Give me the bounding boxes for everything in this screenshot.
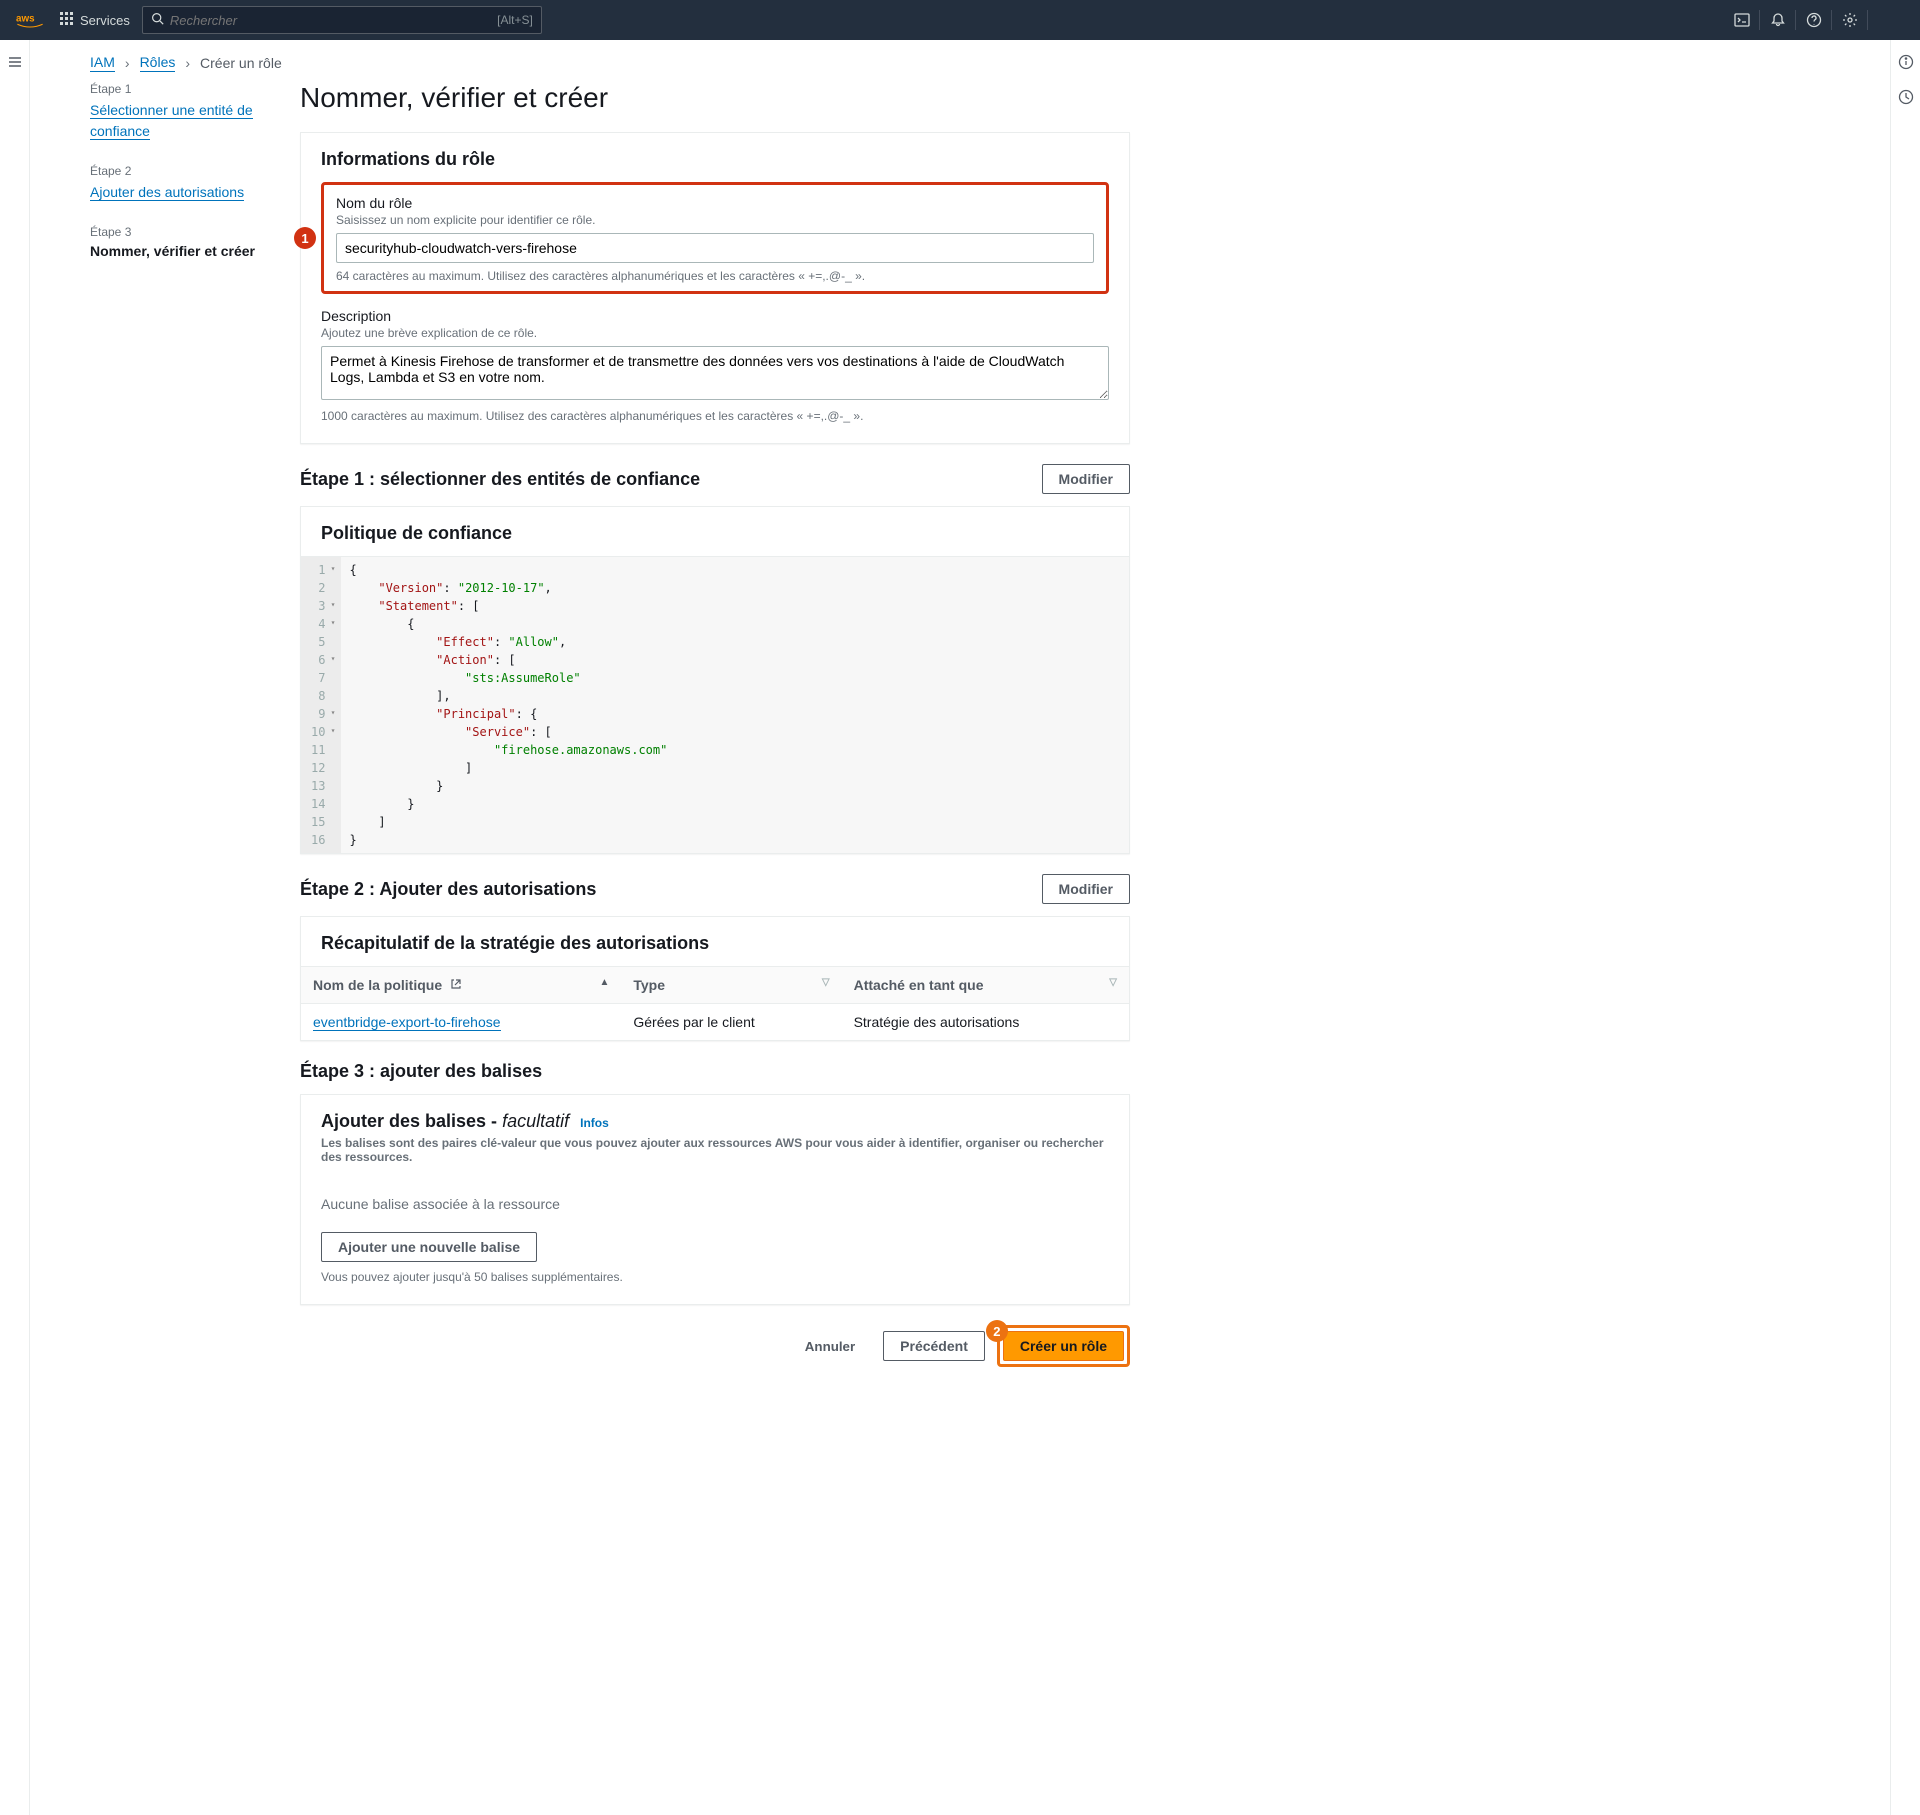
role-name-label: Nom du rôle — [336, 195, 1094, 211]
tags-limit: Vous pouvez ajouter jusqu'à 50 balises s… — [321, 1270, 1109, 1284]
policy-link[interactable]: eventbridge-export-to-firehose — [313, 1014, 501, 1031]
hamburger-toggle[interactable] — [0, 40, 30, 1815]
col-type[interactable]: Type▽ — [621, 967, 841, 1004]
callout-badge-1: 1 — [294, 227, 316, 249]
sort-icon: ▽ — [1109, 977, 1117, 988]
settings-icon[interactable] — [1832, 0, 1868, 40]
breadcrumb-iam[interactable]: IAM — [90, 54, 115, 72]
callout-create: 2 Créer un rôle — [997, 1325, 1130, 1367]
permissions-table: Nom de la politique ▲ Type▽ Attaché en t… — [301, 966, 1129, 1040]
help-icon[interactable] — [1796, 0, 1832, 40]
col-policy-name[interactable]: Nom de la politique ▲ — [301, 967, 621, 1004]
permissions-panel: Récapitulatif de la stratégie des autori… — [300, 916, 1130, 1041]
search-icon — [151, 12, 164, 28]
info-icon[interactable] — [1898, 54, 1914, 73]
step3-label: Étape 3 — [90, 225, 280, 239]
step1-review-title: Étape 1 : sélectionner des entités de co… — [300, 469, 700, 490]
grid-icon — [60, 12, 74, 29]
search-input[interactable] — [170, 13, 497, 28]
notifications-icon[interactable] — [1760, 0, 1796, 40]
breadcrumb-roles[interactable]: Rôles — [140, 54, 176, 72]
trust-policy-title: Politique de confiance — [301, 507, 1129, 556]
role-desc-label: Description — [321, 308, 1109, 324]
role-name-constraint: 64 caractères au maximum. Utilisez des c… — [336, 269, 1094, 283]
wizard-steps: Étape 1 Sélectionner une entité de confi… — [90, 82, 300, 1367]
step2-label: Étape 2 — [90, 164, 280, 178]
breadcrumb-current: Créer un rôle — [200, 55, 282, 71]
code-body[interactable]: { "Version": "2012-10-17", "Statement": … — [341, 557, 675, 853]
callout-role-name: 1 Nom du rôle Saisissez un nom explicite… — [321, 182, 1109, 294]
cloudshell-icon[interactable] — [1724, 0, 1760, 40]
aws-logo[interactable]: aws — [16, 11, 44, 29]
step2-edit-button[interactable]: Modifier — [1042, 874, 1130, 904]
step1-label: Étape 1 — [90, 82, 280, 96]
services-menu[interactable]: Services — [60, 12, 130, 29]
region-menu[interactable] — [1868, 0, 1904, 40]
tags-panel: Ajouter des balises - facultatif Infos L… — [300, 1094, 1130, 1305]
infos-link[interactable]: Infos — [580, 1116, 609, 1130]
add-tag-button[interactable]: Ajouter une nouvelle balise — [321, 1232, 537, 1262]
role-desc-hint: Ajoutez une brève explication de ce rôle… — [321, 326, 1109, 340]
search-shortcut: [Alt+S] — [497, 13, 533, 27]
tags-title: Ajouter des balises - facultatif — [321, 1111, 569, 1131]
step3-current: Nommer, vérifier et créer — [90, 243, 280, 259]
policy-attached: Stratégie des autorisations — [842, 1004, 1129, 1041]
services-label: Services — [80, 13, 130, 28]
chevron-right-icon: › — [125, 55, 130, 71]
step2-review-title: Étape 2 : Ajouter des autorisations — [300, 879, 596, 900]
step1-link[interactable]: Sélectionner une entité de confiance — [90, 102, 253, 140]
callout-badge-2: 2 — [986, 1320, 1008, 1342]
cancel-button[interactable]: Annuler — [789, 1333, 871, 1360]
role-desc-constraint: 1000 caractères au maximum. Utilisez des… — [321, 409, 1109, 423]
trust-policy-code: 12345678910111213141516 { "Version": "20… — [301, 556, 1129, 853]
role-desc-textarea[interactable] — [321, 346, 1109, 400]
role-name-hint: Saisissez un nom explicite pour identifi… — [336, 213, 1094, 227]
role-name-input[interactable] — [336, 233, 1094, 263]
svg-text:aws: aws — [16, 13, 35, 24]
create-role-button[interactable]: Créer un rôle — [1003, 1331, 1124, 1361]
history-icon[interactable] — [1898, 89, 1914, 108]
step3-review-title: Étape 3 : ajouter des balises — [300, 1061, 542, 1082]
sort-asc-icon: ▲ — [599, 977, 609, 988]
col-attached[interactable]: Attaché en tant que▽ — [842, 967, 1129, 1004]
step1-edit-button[interactable]: Modifier — [1042, 464, 1130, 494]
tags-description: Les balises sont des paires clé-valeur q… — [321, 1136, 1109, 1164]
table-row: eventbridge-export-to-firehose Gérées pa… — [301, 1004, 1129, 1041]
previous-button[interactable]: Précédent — [883, 1331, 985, 1361]
policy-type: Gérées par le client — [621, 1004, 841, 1041]
role-info-title: Informations du rôle — [301, 133, 1129, 182]
permissions-title: Récapitulatif de la stratégie des autori… — [301, 917, 1129, 966]
top-navigation: aws Services [Alt+S] — [0, 0, 1920, 40]
page-title: Nommer, vérifier et créer — [300, 82, 1130, 114]
step2-link[interactable]: Ajouter des autorisations — [90, 184, 244, 201]
tags-empty-msg: Aucune balise associée à la ressource — [321, 1196, 1109, 1212]
right-rail — [1890, 40, 1920, 1815]
trust-policy-panel: Politique de confiance 12345678910111213… — [300, 506, 1130, 854]
external-link-icon — [450, 977, 462, 989]
sort-icon: ▽ — [822, 977, 830, 988]
search-box[interactable]: [Alt+S] — [142, 6, 542, 34]
chevron-right-icon: › — [185, 55, 190, 71]
footer-actions: Annuler Précédent 2 Créer un rôle — [300, 1325, 1130, 1367]
breadcrumb: IAM › Rôles › Créer un rôle — [90, 40, 1830, 82]
role-info-panel: Informations du rôle 1 Nom du rôle Saisi… — [300, 132, 1130, 444]
